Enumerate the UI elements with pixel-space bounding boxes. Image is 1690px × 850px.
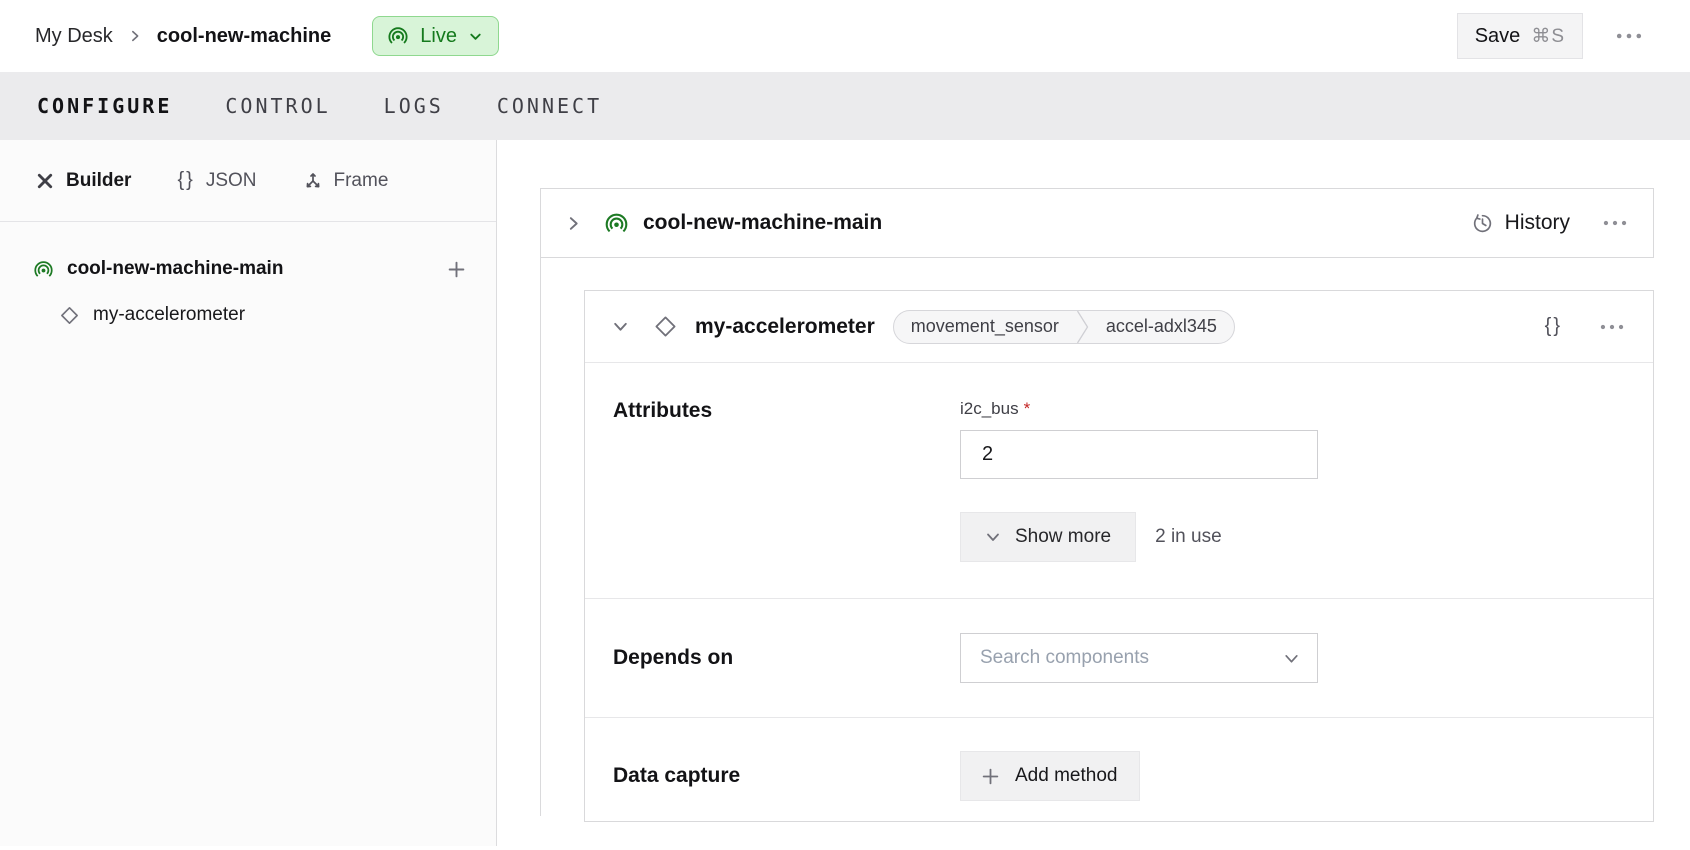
frame-axes-icon — [303, 171, 323, 191]
builder-tools-icon — [35, 171, 55, 191]
required-asterisk: * — [1024, 399, 1031, 419]
chevron-down-icon — [985, 529, 1001, 545]
show-more-line: Show more 2 in use — [960, 512, 1318, 562]
tree-item-component[interactable]: my-accelerometer — [33, 292, 466, 338]
mode-frame-label: Frame — [334, 170, 389, 192]
config-main-panel: cool-new-machine-main History — [497, 140, 1690, 850]
add-method-button-label: Add method — [1015, 765, 1117, 787]
top-bar: My Desk cool-new-machine Live Save ⌘S — [0, 0, 1690, 72]
machine-part-card: cool-new-machine-main History — [540, 188, 1654, 258]
mode-builder-label: Builder — [66, 170, 131, 192]
save-button[interactable]: Save ⌘S — [1457, 13, 1583, 59]
diamond-icon — [59, 305, 80, 326]
tab-control[interactable]: CONTROL — [225, 94, 330, 118]
component-card-more-menu-icon[interactable] — [1598, 318, 1626, 336]
component-type-label: movement_sensor — [894, 316, 1076, 337]
data-capture-section: Data capture Add method — [585, 718, 1653, 821]
main-nav-tabs: CONFIGURE CONTROL LOGS CONNECT — [0, 72, 1690, 140]
show-more-button-label: Show more — [1015, 526, 1111, 548]
component-card-header: my-accelerometer movement_sensor accel-a… — [585, 291, 1653, 363]
depends-on-select[interactable]: Search components — [960, 633, 1318, 683]
mode-json-label: JSON — [206, 170, 257, 192]
depends-on-section: Depends on Search components — [585, 599, 1653, 718]
chevron-down-icon — [468, 29, 483, 44]
breadcrumb: My Desk cool-new-machine — [35, 25, 331, 48]
tree-item-machine-part[interactable]: cool-new-machine-main — [33, 246, 466, 292]
machine-status-dropdown[interactable]: Live — [372, 16, 499, 56]
tab-configure[interactable]: CONFIGURE — [37, 94, 172, 118]
add-component-icon[interactable] — [447, 260, 466, 279]
save-button-label: Save — [1475, 25, 1521, 48]
part-card-title: cool-new-machine-main — [643, 211, 882, 235]
chevron-down-icon — [1283, 650, 1300, 667]
collapse-chevron-down-icon[interactable] — [612, 318, 629, 335]
broadcast-icon — [387, 25, 409, 47]
broadcast-icon — [604, 211, 629, 236]
tree-item-label: cool-new-machine-main — [67, 258, 283, 280]
attributes-section: Attributes i2c_bus* Show more 2 in u — [585, 363, 1653, 599]
expand-chevron-right-icon[interactable] — [565, 215, 582, 232]
mode-frame[interactable]: Frame — [303, 170, 389, 192]
i2c-bus-field-label: i2c_bus* — [960, 399, 1318, 419]
component-type-badge: movement_sensor accel-adxl345 — [893, 310, 1235, 344]
part-card-more-menu-icon[interactable] — [1601, 214, 1629, 232]
component-model-label: accel-adxl345 — [1089, 316, 1234, 337]
tab-logs[interactable]: LOGS — [384, 94, 444, 118]
diamond-icon — [653, 314, 678, 339]
topbar-more-menu-icon[interactable] — [1614, 27, 1644, 45]
history-button-label: History — [1505, 211, 1570, 235]
attributes-section-label: Attributes — [585, 399, 960, 562]
machine-name-title: cool-new-machine — [157, 25, 331, 48]
show-more-button[interactable]: Show more — [960, 512, 1136, 562]
config-sidebar: Builder {} JSON Frame — [0, 140, 497, 846]
component-card: my-accelerometer movement_sensor accel-a… — [584, 290, 1654, 822]
depends-on-placeholder: Search components — [980, 647, 1283, 669]
save-shortcut-hint: ⌘S — [1531, 25, 1565, 48]
json-braces-icon: {} — [177, 169, 194, 192]
attributes-in-use-count: 2 in use — [1155, 526, 1222, 548]
history-button[interactable]: History — [1471, 211, 1570, 235]
depends-on-section-label: Depends on — [585, 646, 960, 670]
mode-builder[interactable]: Builder — [35, 170, 131, 192]
config-mode-switcher: Builder {} JSON Frame — [0, 140, 496, 222]
tab-connect[interactable]: CONNECT — [497, 94, 602, 118]
broadcast-icon — [33, 259, 54, 280]
tree-item-label: my-accelerometer — [93, 304, 245, 326]
breadcrumb-parent-link[interactable]: My Desk — [35, 25, 113, 48]
mode-json[interactable]: {} JSON — [177, 169, 256, 192]
content-area: Builder {} JSON Frame — [0, 140, 1690, 850]
tree-connector-line — [540, 258, 541, 816]
edit-json-braces-icon[interactable]: {} — [1545, 315, 1562, 338]
component-card-title: my-accelerometer — [695, 315, 875, 339]
data-capture-section-label: Data capture — [585, 764, 960, 788]
badge-separator-chevron-icon — [1076, 310, 1089, 344]
component-tree: cool-new-machine-main my-accelerometer — [0, 222, 496, 338]
breadcrumb-chevron-icon — [128, 29, 142, 43]
attributes-fields: i2c_bus* Show more 2 in use — [960, 399, 1318, 562]
status-badge-label: Live — [420, 25, 457, 48]
add-method-button[interactable]: Add method — [960, 751, 1140, 801]
i2c-bus-input[interactable] — [960, 430, 1318, 479]
